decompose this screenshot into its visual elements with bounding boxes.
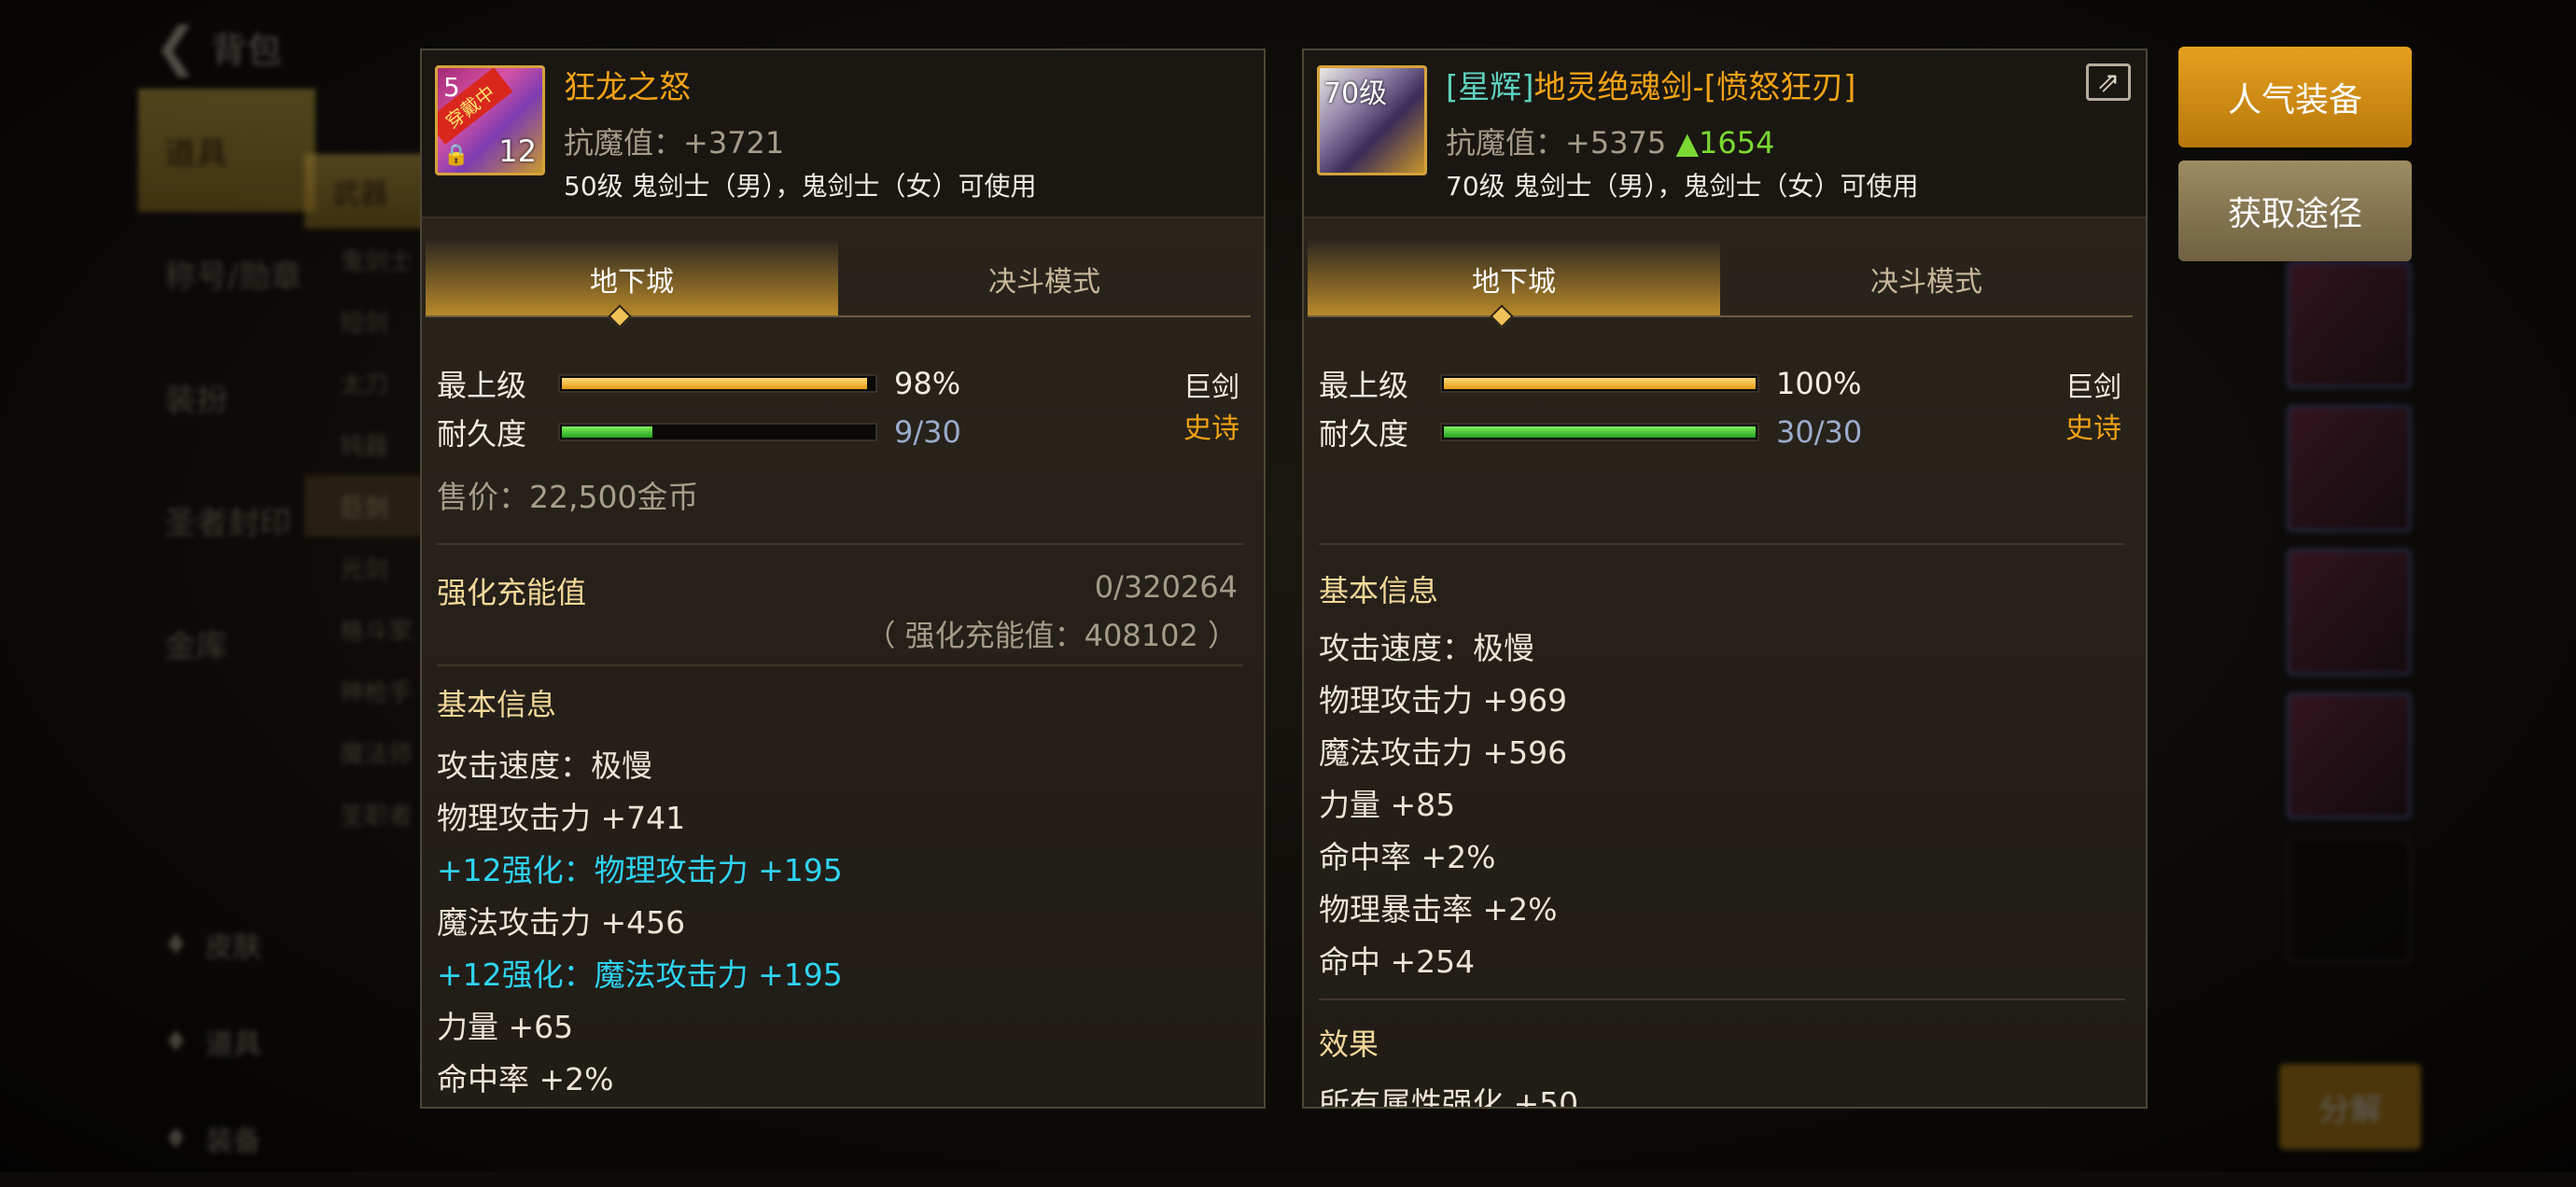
stat-line: 命中率 +2% [437,1061,614,1097]
item-name: 狂龙之怒 [564,69,691,106]
lock-icon: 🔒 [443,144,469,167]
durability-bar-fill [1444,426,1756,438]
item-name-main: 地灵绝魂剑-[愤怒狂刃] [1533,69,1856,106]
stat-line: 物理暴击率 +2% [1319,891,1558,928]
obtain-source-label: 获取途径 [2227,195,2362,233]
share-icon[interactable]: ⇗ [2086,63,2131,101]
grade-bar [1440,374,1759,393]
stat-line: 攻击速度：极慢 [437,747,652,784]
grade-bar [558,374,877,393]
tab-pvp[interactable]: 决斗模式 [838,241,1251,317]
basic-info-title: 基本信息 [437,687,557,722]
enhance-level: 12 [498,133,537,169]
sell-price: 售价：22,500金币 [437,479,699,515]
stat-line: 攻击速度：极慢 [1319,630,1534,666]
effect-title: 效果 [1319,1026,1379,1062]
durability-value: 30/30 [1776,414,1863,450]
resist-label: 抗魔值： [1446,125,1566,161]
enhance-stat-line: +12强化：物理攻击力 +195 [437,852,843,888]
resist-value: +3721 [683,125,785,161]
tab-pvp[interactable]: 决斗模式 [1720,241,2133,317]
item-header: 5 穿戴中 🔒 12 狂龙之怒 抗魔值：+3721 50级 鬼剑士（男），鬼剑士… [422,50,1264,218]
grade-value: 100% [1776,366,1862,401]
item-icon: 70级 [1317,65,1427,175]
stat-line: 命中 +254 [1319,943,1476,980]
divider [437,664,1243,666]
enhance-stat-line: +12强化：魔法攻击力 +195 [437,957,843,993]
compared-item-panel: 70级 [星辉]地灵绝魂剑-[愤怒狂刃] 抗魔值：+5375 ▲1654 70级… [1302,49,2148,1109]
rarity-label: 史诗 [2065,412,2121,445]
equipped-item-panel: 5 穿戴中 🔒 12 狂龙之怒 抗魔值：+3721 50级 鬼剑士（男），鬼剑士… [420,49,1266,1109]
item-level-badge: 70级 [1323,77,1388,110]
divider [1319,998,2125,1000]
divider [1319,543,2125,545]
item-header: 70级 [星辉]地灵绝魂剑-[愤怒狂刃] 抗魔值：+5375 ▲1654 70级… [1304,50,2146,218]
rarity-label: 史诗 [1183,412,1239,445]
usable-classes: 50级 鬼剑士（男），鬼剑士（女）可使用 [564,171,1037,202]
grade-value: 98% [894,366,961,401]
stat-line: 物理攻击力 +969 [1319,682,1568,719]
stat-line: 魔法攻击力 +456 [437,904,686,941]
mode-tabs: 地下城 决斗模式 [426,241,1251,317]
resist-label: 抗魔值： [564,125,684,161]
tab-dungeon[interactable]: 地下城 [426,241,838,317]
magic-resist: 抗魔值：+3721 [564,119,784,162]
effect-line: 所有属性强化 +50 [1319,1085,1579,1109]
stat-line: 力量 +65 [437,1009,574,1045]
durability-value: 9/30 [894,414,961,450]
usable-classes: 70级 鬼剑士（男），鬼剑士（女）可使用 [1446,171,1919,202]
mode-tabs: 地下城 决斗模式 [1308,241,2133,317]
durability-bar [558,423,877,441]
basic-info-title: 基本信息 [1319,573,1439,608]
grade-row: 最上级 98% [437,362,960,405]
item-name: [星辉]地灵绝魂剑-[愤怒狂刃] [1446,62,1855,107]
grade-bar-fill [1444,378,1756,389]
stat-line: 魔法攻击力 +596 [1319,734,1568,771]
durability-bar [1440,423,1759,441]
popular-equipment-label: 人气装备 [2227,81,2362,119]
grade-row: 最上级 100% [1319,362,1861,405]
stat-line: 力量 +85 [1319,787,1456,823]
durability-row: 耐久度 30/30 [1319,411,1862,454]
grade-label: 最上级 [437,368,527,403]
magic-resist: 抗魔值：+5375 ▲1654 [1446,119,1774,162]
item-name-prefix: [星辉] [1446,69,1534,106]
durability-label: 耐久度 [1319,416,1409,452]
resist-increase: ▲1654 [1675,125,1775,161]
charge-sub: （ 强化充能值：408102 ） [865,618,1238,653]
resist-value: +5375 [1565,125,1667,161]
durability-bar-fill [562,426,653,438]
tab-dungeon[interactable]: 地下城 [1308,241,1720,317]
obtain-source-button[interactable]: 获取途径 [2178,161,2412,261]
stat-line: 命中率 +2% [1319,839,1496,875]
durability-row: 耐久度 9/30 [437,411,961,454]
durability-label: 耐久度 [437,416,527,452]
charge-value: 0/320264 [1094,569,1238,605]
tab-underline [1308,315,2133,317]
grade-bar-fill [562,378,868,389]
tab-underline [426,315,1251,317]
weapon-type: 巨剑 [1183,371,1239,404]
stat-line: 物理攻击力 +741 [437,800,686,836]
item-icon: 5 穿戴中 🔒 12 [435,65,545,175]
weapon-type: 巨剑 [2065,371,2121,404]
grade-label: 最上级 [1319,368,1409,403]
popular-equipment-button[interactable]: 人气装备 [2178,47,2412,147]
charge-label: 强化充能值 [437,575,587,610]
divider [437,543,1243,545]
